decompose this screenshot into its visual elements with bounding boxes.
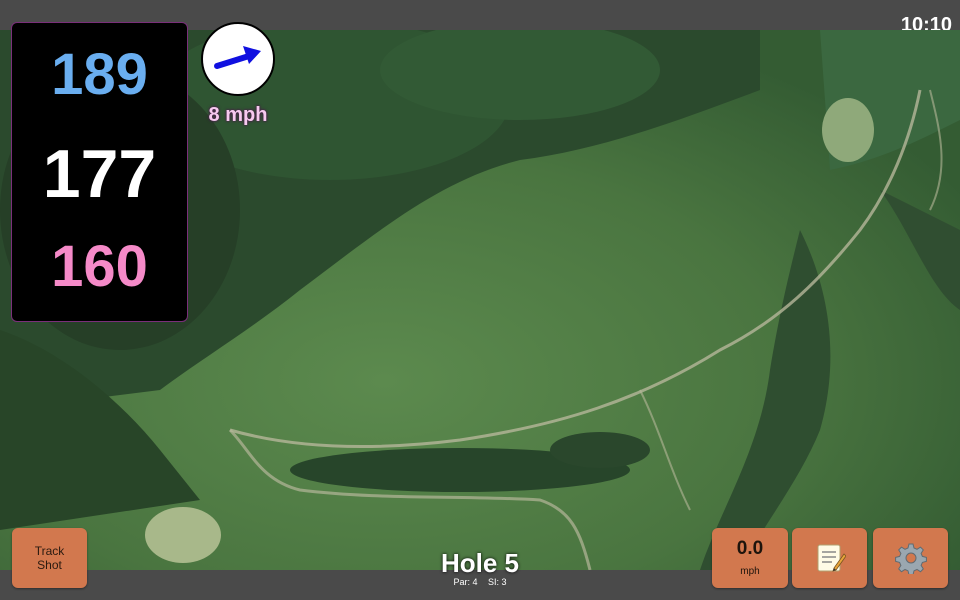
- distance-panel: 189 177 160: [11, 22, 188, 322]
- track-shot-button[interactable]: Track Shot: [12, 528, 87, 588]
- speed-value: 0.0: [736, 538, 764, 559]
- wind-speed: 8 mph: [208, 104, 268, 126]
- gear-icon: [895, 542, 927, 576]
- notes-button[interactable]: [792, 528, 867, 588]
- settings-button[interactable]: [873, 528, 948, 588]
- speed-unit: mph: [740, 566, 760, 577]
- wind-arrow-icon: [214, 46, 261, 69]
- hole-stroke-index: SI: 3: [488, 577, 507, 587]
- hole-info: Par: 4 SI: 3: [380, 577, 580, 587]
- hole-title: Hole 5: [440, 548, 520, 578]
- track-shot-label-line1: Track: [34, 544, 65, 558]
- distance-front: 160: [51, 234, 148, 299]
- notepad-icon: [814, 542, 847, 574]
- distance-back: 189: [51, 42, 148, 107]
- track-shot-label-line2: Shot: [37, 558, 62, 572]
- speed-button[interactable]: 0.0 mph: [712, 528, 788, 588]
- wind-indicator: [201, 22, 275, 96]
- distance-middle: 177: [42, 136, 157, 212]
- hole-par: Par: 4: [453, 577, 478, 587]
